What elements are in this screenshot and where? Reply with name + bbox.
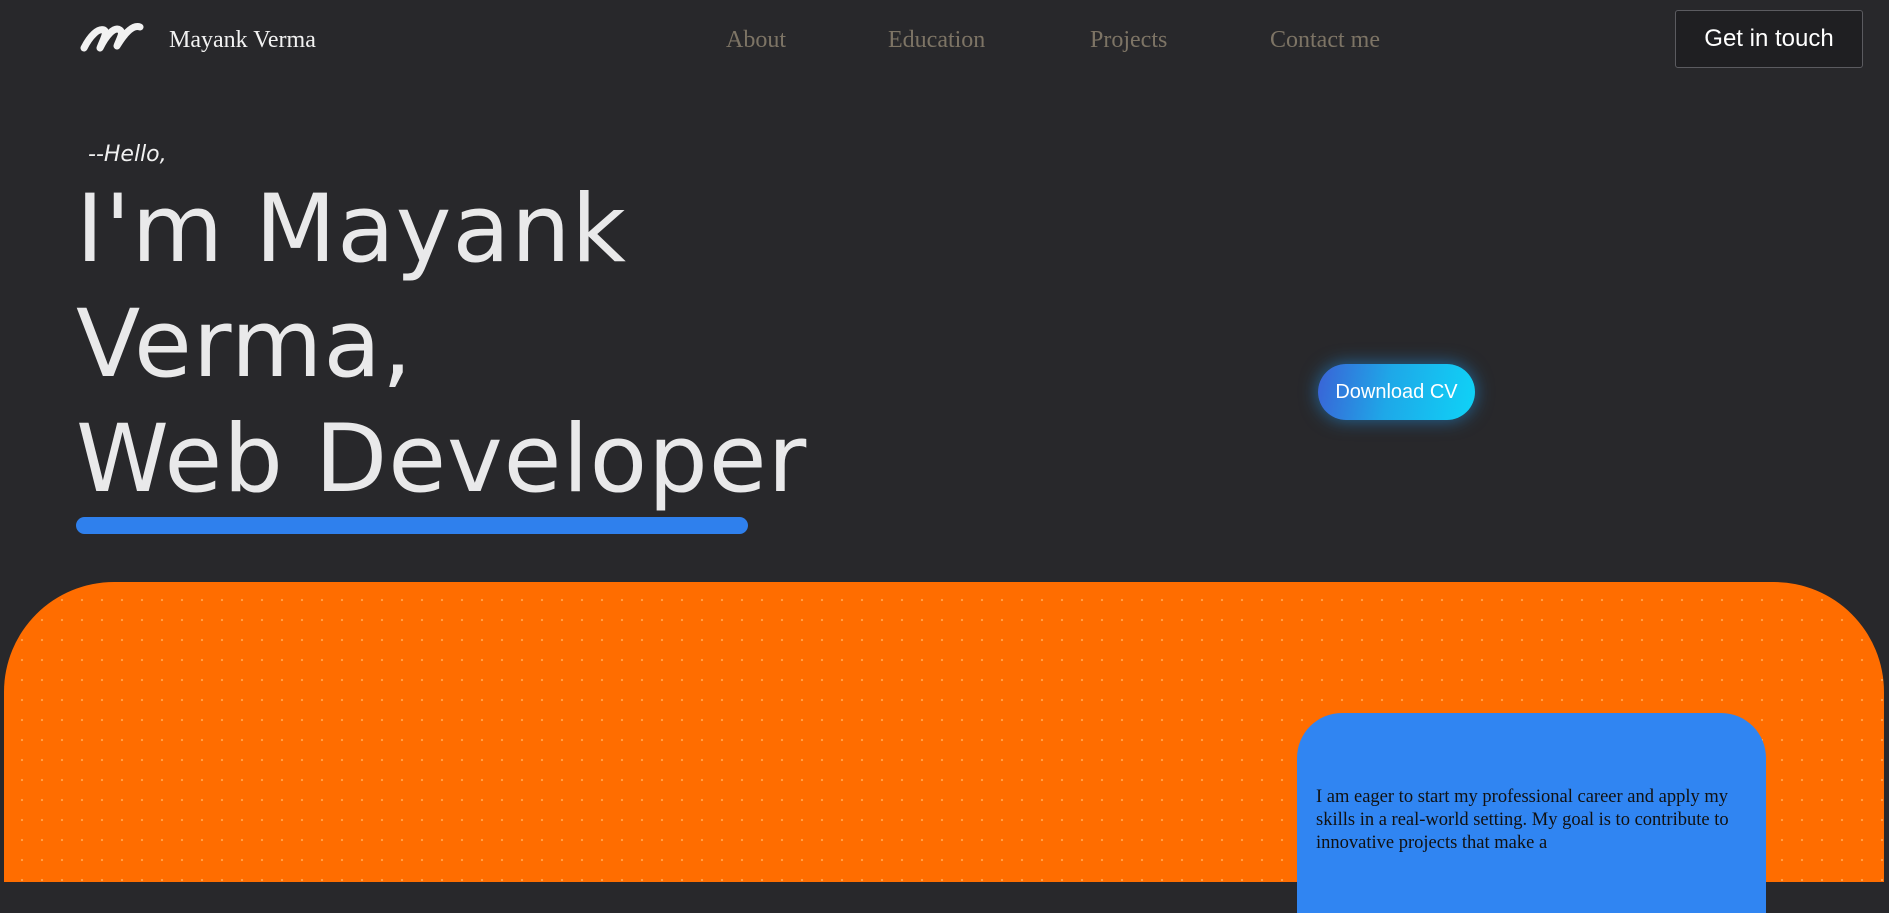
nav-link-contact[interactable]: Contact me (1270, 25, 1380, 55)
about-card: I am eager to start my professional care… (1297, 713, 1766, 913)
nav-link-education[interactable]: Education (888, 25, 985, 55)
hero-heading-line-2: Verma, (76, 290, 413, 399)
get-in-touch-button[interactable]: Get in touch (1675, 10, 1863, 68)
hero-underline (76, 517, 748, 534)
about-description: I am eager to start my professional care… (1316, 787, 1729, 853)
brand-name[interactable]: Mayank Verma (169, 25, 316, 55)
hero-heading-line-1: I'm Mayank (76, 175, 627, 284)
site-header: Mayank Verma About Education Projects Co… (0, 0, 1889, 80)
nav-link-about[interactable]: About (726, 25, 786, 55)
nav-link-projects[interactable]: Projects (1090, 25, 1167, 55)
hero-greeting: --Hello, (88, 142, 167, 167)
download-cv-button[interactable]: Download CV (1318, 364, 1475, 420)
hero-heading-line-3: Web Developer (76, 405, 808, 514)
script-m-logo-icon[interactable] (80, 22, 144, 52)
